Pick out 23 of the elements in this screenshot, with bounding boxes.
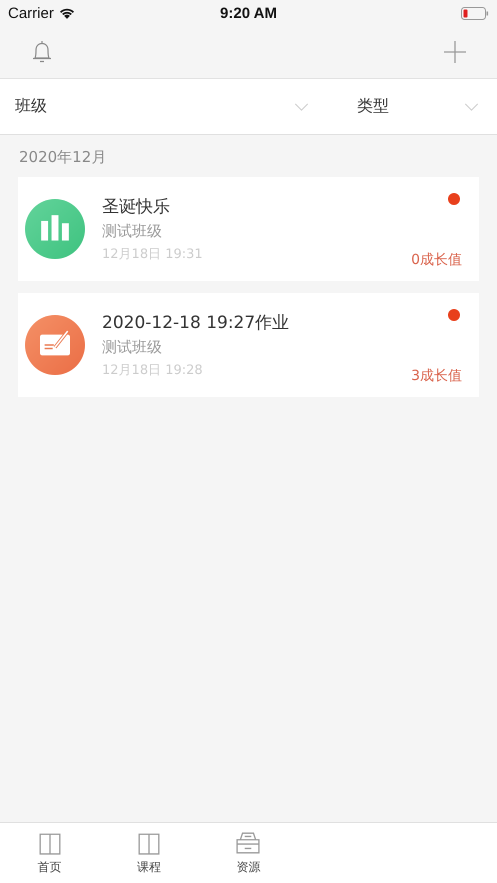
battery-icon bbox=[461, 6, 489, 20]
wifi-icon bbox=[58, 6, 76, 20]
growth-points: 3成长值 bbox=[411, 367, 462, 385]
class-name: 测试班级 bbox=[102, 222, 163, 241]
section-header: 2020年12月 bbox=[18, 147, 108, 168]
class-name: 测试班级 bbox=[102, 338, 163, 357]
status-time: 9:20 AM bbox=[220, 4, 277, 22]
carrier-name: Carrier bbox=[8, 4, 54, 22]
filter-dropdown[interactable]: 类型 bbox=[357, 96, 389, 117]
book-icon bbox=[137, 830, 162, 854]
message-title: 2020-12-18 19:27作业 bbox=[102, 312, 290, 334]
growth-points: 0成长值 bbox=[411, 251, 462, 269]
add-icon[interactable] bbox=[443, 40, 467, 64]
tab-bar-item[interactable]: 资源 bbox=[198, 823, 298, 883]
tray-icon bbox=[236, 830, 260, 854]
message-title: 圣诞快乐 bbox=[102, 196, 171, 218]
tab-bar-item[interactable]: 首页 bbox=[0, 823, 100, 883]
chevron-down-icon[interactable] bbox=[294, 102, 309, 110]
bell-icon[interactable] bbox=[30, 39, 54, 65]
chevron-down-icon[interactable] bbox=[464, 102, 479, 110]
book-icon bbox=[38, 830, 62, 854]
tab-bar-item[interactable]: 课程 bbox=[99, 823, 199, 883]
filter-dropdown[interactable]: 班级 bbox=[15, 96, 47, 117]
